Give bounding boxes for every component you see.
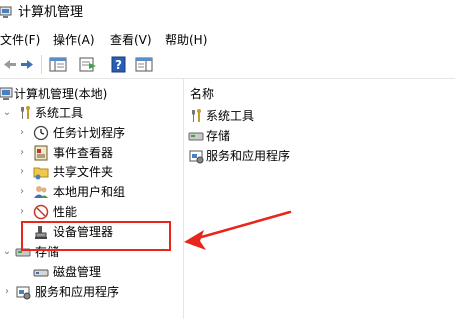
performance-icon xyxy=(33,204,49,220)
disk-management-icon xyxy=(33,269,49,277)
svg-text:?: ? xyxy=(115,58,122,72)
expand-chevron-icon[interactable]: ⌄ xyxy=(2,104,12,122)
export-list-icon[interactable] xyxy=(78,55,98,74)
list-item-label: 系统工具 xyxy=(206,109,255,123)
window-title: 计算机管理 xyxy=(18,5,84,20)
menu-help[interactable]: 帮助(H) xyxy=(165,32,207,48)
highlight-box xyxy=(21,221,171,251)
collapse-chevron-icon[interactable]: › xyxy=(17,183,27,201)
show-action-pane-icon[interactable] xyxy=(134,55,154,74)
menu-view[interactable]: 查看(V) xyxy=(110,32,152,48)
tree-label: 服务和应用程序 xyxy=(35,285,120,299)
collapse-chevron-icon[interactable]: › xyxy=(17,163,27,181)
tree-label: 磁盘管理 xyxy=(53,265,102,279)
tree-label: 任务计划程序 xyxy=(53,126,126,140)
services-icon xyxy=(189,150,204,164)
computer-management-icon xyxy=(0,6,12,18)
tools-icon xyxy=(192,109,201,122)
collapse-chevron-icon[interactable]: › xyxy=(17,203,27,221)
collapse-chevron-icon[interactable]: › xyxy=(17,144,27,162)
details-pane: 名称 系统工具 存储 服务和应用程序 xyxy=(184,79,455,319)
expand-chevron-icon[interactable]: ⌄ xyxy=(2,243,12,261)
shared-folder-icon xyxy=(33,167,49,180)
list-item-label: 服务和应用程序 xyxy=(206,149,291,163)
column-header-name[interactable]: 名称 xyxy=(190,85,214,102)
collapse-chevron-icon[interactable]: › xyxy=(17,124,27,142)
menu-file[interactable]: 文件(F) xyxy=(0,32,40,48)
services-icon xyxy=(16,286,31,300)
tree-label: 本地用户和组 xyxy=(53,185,126,199)
tools-icon xyxy=(21,106,30,119)
show-hide-tree-icon[interactable] xyxy=(48,55,68,74)
tree-root-label: 计算机管理(本地) xyxy=(14,87,108,101)
tree-label: 性能 xyxy=(53,205,78,219)
collapse-chevron-icon[interactable]: › xyxy=(2,283,12,301)
event-viewer-icon xyxy=(34,145,48,161)
storage-icon xyxy=(188,132,204,141)
title-bar: 计算机管理 xyxy=(0,0,455,26)
toolbar: ? xyxy=(0,51,455,79)
tree-label: 共享文件夹 xyxy=(53,165,114,179)
menu-bar: 文件(F) 操作(A) 查看(V) 帮助(H) xyxy=(0,30,455,50)
clock-icon xyxy=(33,125,49,141)
menu-action[interactable]: 操作(A) xyxy=(53,32,95,48)
list-item-label: 存储 xyxy=(206,129,231,143)
tree-label: 系统工具 xyxy=(35,106,84,120)
forward-icon[interactable] xyxy=(17,55,37,74)
help-icon[interactable]: ? xyxy=(109,55,129,74)
toolbar-separator xyxy=(41,55,42,74)
users-icon xyxy=(34,186,48,198)
tree-label: 事件查看器 xyxy=(53,146,114,160)
